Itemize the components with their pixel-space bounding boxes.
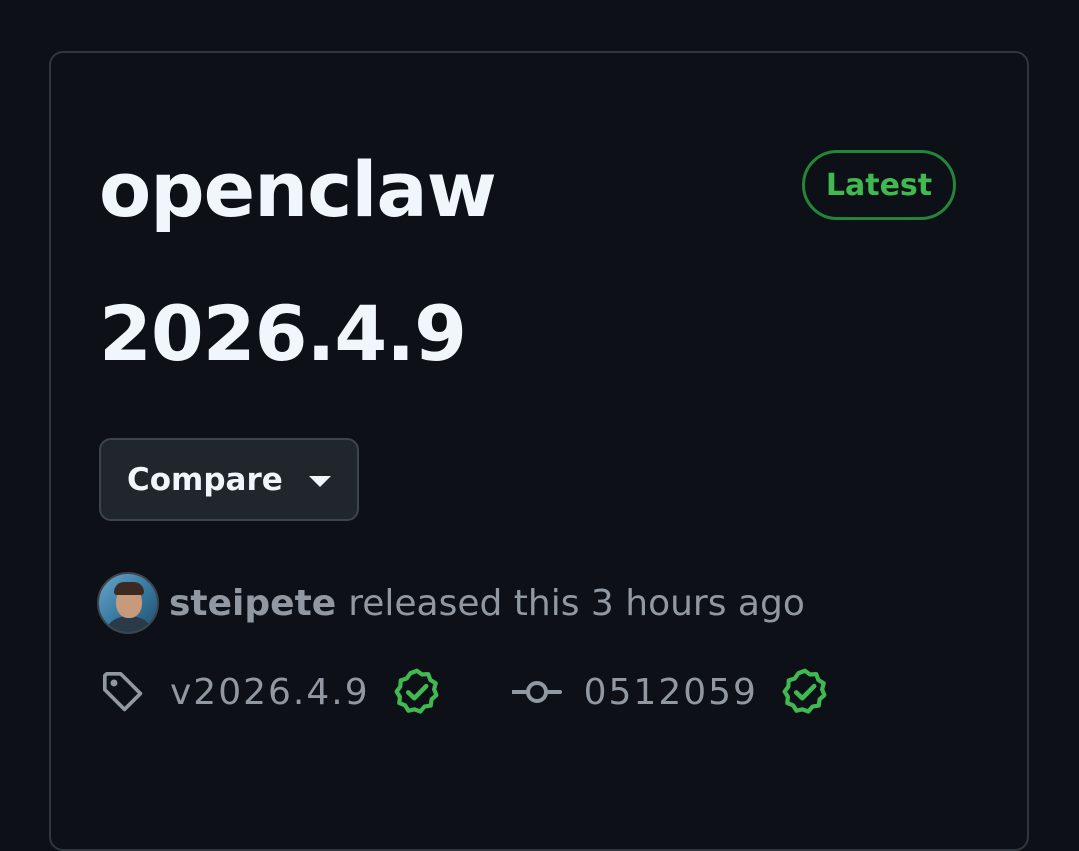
verified-check-icon[interactable] xyxy=(780,667,830,717)
author-link[interactable]: steipete xyxy=(169,583,336,624)
release-title-name[interactable]: openclaw xyxy=(99,118,739,262)
tag-link[interactable]: v2026.4.9 xyxy=(170,672,370,713)
latest-badge: Latest xyxy=(802,150,956,220)
triangle-down-icon xyxy=(308,476,331,487)
verified-check-icon[interactable] xyxy=(392,667,442,717)
compare-button[interactable]: Compare xyxy=(99,438,359,521)
release-title[interactable]: openclaw 2026.4.9 xyxy=(99,118,739,406)
tag-icon xyxy=(100,669,146,715)
git-commit-icon xyxy=(511,677,562,707)
release-refs: v2026.4.9 0512059 xyxy=(100,664,830,720)
compare-button-label: Compare xyxy=(127,461,283,498)
release-time-text: released this 3 hours ago xyxy=(348,582,805,624)
avatar[interactable] xyxy=(97,572,159,634)
commit-link[interactable]: 0512059 xyxy=(584,672,758,713)
release-title-version[interactable]: 2026.4.9 xyxy=(99,262,739,406)
release-meta: steipete released this 3 hours ago xyxy=(97,571,805,635)
